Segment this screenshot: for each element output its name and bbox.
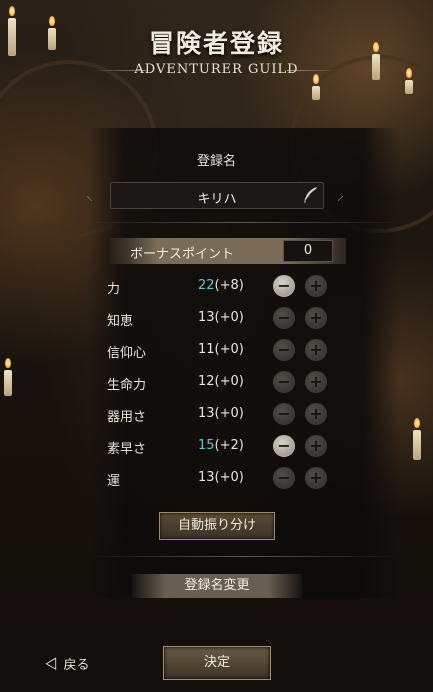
stat-modifier: (+0) (214, 342, 244, 357)
stat-row: 力 22(+8) − + (0, 274, 433, 300)
stat-value: 13(+0) (198, 470, 244, 485)
stat-name: 知恵 (107, 314, 134, 329)
stat-value: 12(+0) (198, 374, 244, 389)
plus-button[interactable]: + (305, 339, 327, 361)
stat-row: 知恵 13(+0) − + (0, 306, 433, 332)
minus-button[interactable]: − (273, 307, 295, 329)
stat-base: 13 (198, 406, 215, 421)
stat-value: 15(+2) (198, 438, 244, 453)
minus-button[interactable]: − (273, 467, 295, 489)
page-title: 冒険者登録 (148, 29, 284, 58)
divider (88, 222, 400, 223)
rename-button[interactable]: 登録名変更 (132, 574, 302, 598)
ornament-left-icon: ⸜ (86, 188, 93, 204)
stat-name: 素早さ (107, 442, 147, 457)
back-label: 戻る (63, 658, 90, 673)
page-subtitle: ADVENTURER GUILD (134, 62, 299, 77)
stat-base: 13 (198, 310, 215, 325)
stat-modifier: (+0) (214, 374, 244, 389)
plus-button[interactable]: + (305, 403, 327, 425)
quill-icon[interactable] (301, 186, 319, 208)
stat-name: 生命力 (107, 378, 147, 393)
stat-value: 11(+0) (198, 342, 244, 357)
stat-row: 生命力 12(+0) − + (0, 370, 433, 396)
confirm-button[interactable]: 決定 (163, 646, 271, 680)
stat-base: 15 (198, 438, 215, 453)
stat-base: 11 (198, 342, 215, 357)
stat-name: 器用さ (107, 410, 147, 425)
divider (88, 556, 400, 557)
stat-modifier: (+0) (214, 470, 244, 485)
plus-button[interactable]: + (305, 435, 327, 457)
stat-value: 22(+8) (198, 278, 244, 293)
auto-assign-button[interactable]: 自動振り分け (159, 512, 275, 540)
minus-button[interactable]: − (273, 403, 295, 425)
name-label: 登録名 (196, 154, 236, 169)
name-field[interactable]: キリハ (110, 182, 324, 209)
stat-name: 力 (107, 282, 121, 297)
stat-value: 13(+0) (198, 406, 244, 421)
back-arrow-icon: ⨞ (45, 655, 58, 673)
stat-modifier: (+8) (214, 278, 244, 293)
back-button[interactable]: ⨞ 戻る (45, 654, 89, 673)
stat-base: 12 (198, 374, 215, 389)
plus-button[interactable]: + (305, 275, 327, 297)
minus-button[interactable]: − (273, 435, 295, 457)
ornament-right-icon: ⸝ (337, 188, 344, 204)
minus-button[interactable]: − (273, 371, 295, 393)
stat-name: 信仰心 (107, 346, 147, 361)
stat-modifier: (+2) (214, 438, 244, 453)
stat-base: 22 (198, 278, 215, 293)
stat-name: 運 (107, 474, 121, 489)
plus-button[interactable]: + (305, 307, 327, 329)
stat-row: 器用さ 13(+0) − + (0, 402, 433, 428)
stat-modifier: (+0) (214, 406, 244, 421)
minus-button[interactable]: − (273, 339, 295, 361)
plus-button[interactable]: + (305, 467, 327, 489)
stat-row: 素早さ 15(+2) − + (0, 434, 433, 460)
name-value: キリハ (197, 192, 237, 207)
minus-button[interactable]: − (273, 275, 295, 297)
subtitle-divider-right (287, 70, 337, 71)
stat-modifier: (+0) (214, 310, 244, 325)
plus-button[interactable]: + (305, 371, 327, 393)
stat-base: 13 (198, 470, 215, 485)
bonus-points-bar: ボーナスポイント 0 (110, 238, 346, 264)
bonus-points-value: 0 (283, 240, 333, 262)
bonus-points-label: ボーナスポイント (130, 247, 235, 262)
stat-row: 運 13(+0) − + (0, 466, 433, 492)
stat-row: 信仰心 11(+0) − + (0, 338, 433, 364)
stat-value: 13(+0) (198, 310, 244, 325)
